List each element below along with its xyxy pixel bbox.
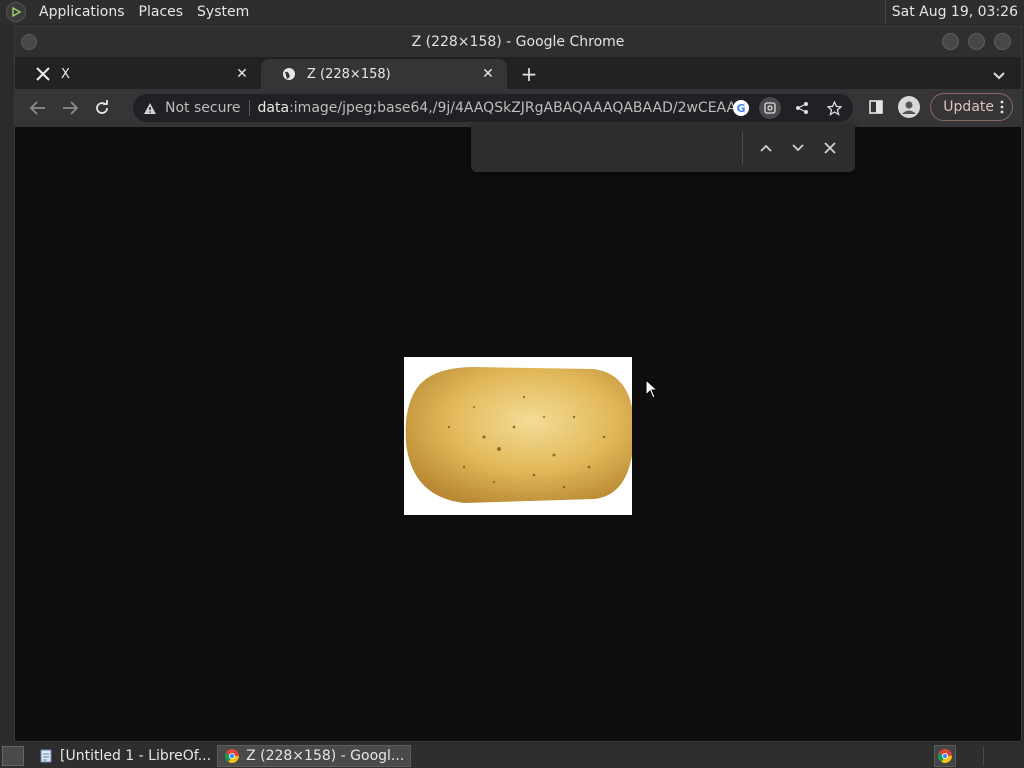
- close-tab-icon[interactable]: ✕: [233, 65, 251, 83]
- system-menu[interactable]: System: [190, 0, 256, 24]
- reload-button[interactable]: [87, 93, 117, 123]
- address-bar[interactable]: Not secure data:image/jpeg;base64,/9j/4A…: [133, 94, 853, 122]
- window-controls: [942, 33, 1011, 50]
- new-tab-button[interactable]: +: [515, 60, 543, 88]
- tray-separator: [983, 746, 984, 766]
- mouse-pointer-icon: [645, 379, 657, 399]
- find-close-icon[interactable]: [818, 136, 842, 160]
- bookmark-star-icon[interactable]: [823, 97, 845, 119]
- distro-logo-icon[interactable]: [6, 2, 26, 22]
- chrome-icon: [224, 748, 240, 764]
- side-panel-icon[interactable]: [864, 95, 888, 119]
- browser-toolbar: Not secure data:image/jpeg;base64,/9j/4A…: [15, 89, 1021, 127]
- url-scheme: data: [257, 100, 290, 116]
- omnibox-divider: [248, 100, 250, 116]
- toolbar-right: Update: [864, 93, 1013, 121]
- chrome-window: Z (228×158) - Google Chrome X ✕ Z (228×1…: [14, 26, 1022, 742]
- find-divider: [742, 132, 743, 164]
- update-label: Update: [943, 99, 994, 115]
- google-lens-g-icon[interactable]: G: [733, 100, 749, 116]
- x-logo-icon: [35, 66, 51, 82]
- globe-icon: [281, 66, 297, 82]
- warning-icon[interactable]: [143, 102, 157, 115]
- task-label: [Untitled 1 - LibreOf...: [60, 748, 212, 764]
- minimize-button[interactable]: [942, 33, 959, 50]
- profile-avatar-icon[interactable]: [898, 96, 921, 118]
- maximize-button[interactable]: [968, 33, 985, 50]
- top-panel: Applications Places System Sat Aug 19, 0…: [0, 0, 1024, 24]
- back-button[interactable]: [23, 93, 53, 123]
- task-label: Z (228×158) - Googl...: [246, 748, 405, 764]
- tab-strip: X ✕ Z (228×158) ✕ +: [15, 57, 1021, 89]
- security-label[interactable]: Not secure: [165, 100, 241, 116]
- tab-x[interactable]: X ✕: [15, 59, 261, 89]
- find-previous-chevron-up-icon[interactable]: [754, 136, 778, 160]
- tab-search-chevron-icon[interactable]: [993, 65, 1005, 84]
- window-menu-button[interactable]: [21, 34, 37, 50]
- find-next-chevron-down-icon[interactable]: [786, 136, 810, 160]
- places-menu[interactable]: Places: [132, 0, 191, 24]
- find-bar: [471, 124, 855, 172]
- applications-menu[interactable]: Applications: [32, 0, 132, 24]
- window-title: Z (228×158) - Google Chrome: [411, 34, 625, 50]
- update-button[interactable]: Update: [930, 93, 1013, 121]
- tab-title: Z (228×158): [307, 66, 391, 82]
- close-window-button[interactable]: [994, 33, 1011, 50]
- share-icon[interactable]: [791, 97, 813, 119]
- tab-title: X: [61, 66, 70, 82]
- url-text[interactable]: data:image/jpeg;base64,/9j/4AAQSkZJRgABA…: [258, 100, 736, 116]
- tray-chrome-icon[interactable]: [934, 745, 956, 767]
- forward-button[interactable]: [55, 93, 85, 123]
- tab-image[interactable]: Z (228×158) ✕: [261, 59, 507, 89]
- omnibox-actions: G: [733, 97, 845, 119]
- url-rest: :image/jpeg;base64,/9j/4AAQSkZJRgABAQAAA…: [289, 100, 736, 116]
- taskbar: [Untitled 1 - LibreOf... Z (228×158) - G…: [0, 744, 1024, 768]
- potato-image[interactable]: [404, 357, 632, 515]
- window-titlebar[interactable]: Z (228×158) - Google Chrome: [15, 27, 1021, 57]
- document-icon: [38, 748, 54, 764]
- clock[interactable]: Sat Aug 19, 03:26: [884, 0, 1018, 24]
- show-desktop-button[interactable]: [2, 746, 24, 766]
- kebab-menu-icon: [1000, 100, 1004, 114]
- taskbar-item-libreoffice[interactable]: [Untitled 1 - LibreOf...: [32, 745, 217, 767]
- search-image-icon[interactable]: [759, 97, 781, 119]
- close-tab-icon[interactable]: ✕: [479, 65, 497, 83]
- find-input[interactable]: [483, 134, 733, 160]
- taskbar-item-chrome[interactable]: Z (228×158) - Googl...: [217, 745, 412, 767]
